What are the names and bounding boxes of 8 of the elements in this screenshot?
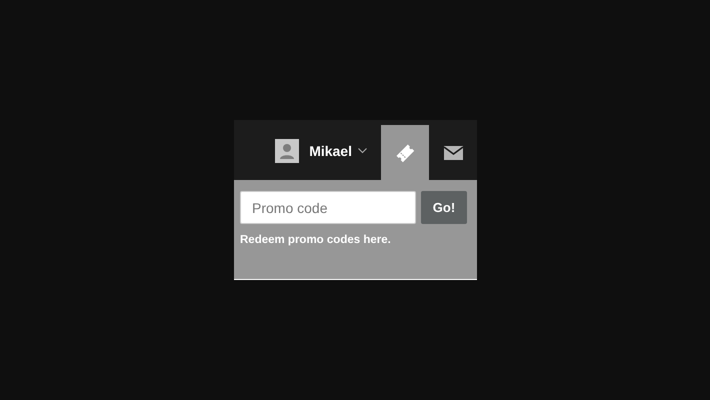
mail-icon [444,146,462,160]
caret-icon [358,148,367,154]
promo-code-field[interactable]: Promo code [240,191,416,224]
user-menu[interactable]: Mikael [275,123,381,178]
ticket-icon [395,142,415,162]
go-button[interactable]: Go! [421,191,467,224]
avatar-icon [275,138,300,162]
hint-text: Redeem promo codes here. [240,234,392,246]
